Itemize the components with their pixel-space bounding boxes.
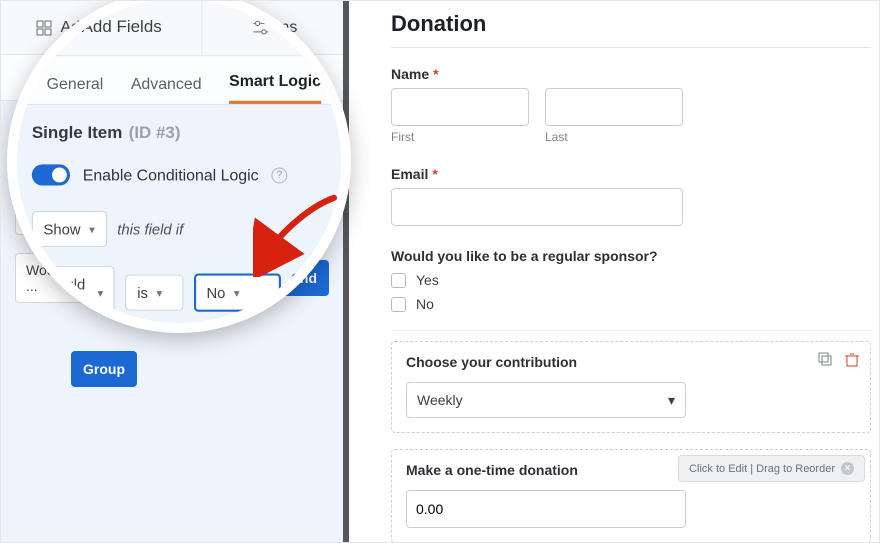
sliders-icon [218,21,234,35]
contribution-heading: Choose your contribution [406,354,856,370]
first-sublabel: First [391,130,529,144]
tab-advanced[interactable]: Advanced [108,73,175,100]
option-yes-checkbox[interactable] [391,273,406,288]
option-no-label: No [416,296,434,312]
tab-general[interactable]: General [29,73,82,100]
form-title: Donation [391,11,871,37]
divider [391,47,871,48]
sponsor-question: Would you like to be a regular sponsor? [391,248,871,264]
action-select[interactable]: Show▾ [15,201,86,235]
close-icon[interactable]: ✕ [841,462,854,475]
cond-op-select[interactable]: is▾ [110,261,168,295]
option-no-checkbox[interactable] [391,297,406,312]
email-input[interactable] [391,188,683,226]
edit-helper: Click to Edit | Drag to Reorder ✕ [678,455,865,482]
toggle-label: Enable Conditional Logic [63,159,229,176]
help-icon[interactable]: ? [241,160,256,175]
option-yes-label: Yes [416,272,439,288]
add-fields-tab[interactable]: Add Fields [1,1,172,54]
divider [391,330,871,331]
cond-value-select[interactable]: No▾ [179,260,268,296]
first-name-input[interactable] [391,88,529,126]
left-panel: Add Fields Options General Advanced Smar… [1,1,349,543]
tab-smart-logic[interactable]: Smart Logic [201,70,288,100]
contribution-card[interactable]: Choose your contribution Weekly▾ [391,341,871,433]
item-title: Single Item(ID #3) [15,119,329,137]
email-label: Email* [391,166,871,182]
conditional-logic-toggle[interactable] [15,157,51,177]
grid-icon [36,20,52,36]
name-label: Name* [391,66,871,82]
trash-icon[interactable] [844,352,860,368]
chevron-down-icon: ▾ [668,392,675,409]
settings-tabs: General Advanced Smart Logic [1,55,343,101]
contribution-select[interactable]: Weekly▾ [406,382,686,418]
donation-amount-input[interactable] [406,490,686,528]
field-options-tab[interactable]: Options [172,1,344,54]
cond-field-select[interactable]: Would ...▾ [15,253,100,303]
add-group-button[interactable]: Group [71,351,137,387]
if-text: this field if [96,210,158,226]
and-button[interactable]: And [278,260,329,296]
last-name-input[interactable] [545,88,683,126]
duplicate-icon[interactable] [818,352,834,368]
last-sublabel: Last [545,130,683,144]
